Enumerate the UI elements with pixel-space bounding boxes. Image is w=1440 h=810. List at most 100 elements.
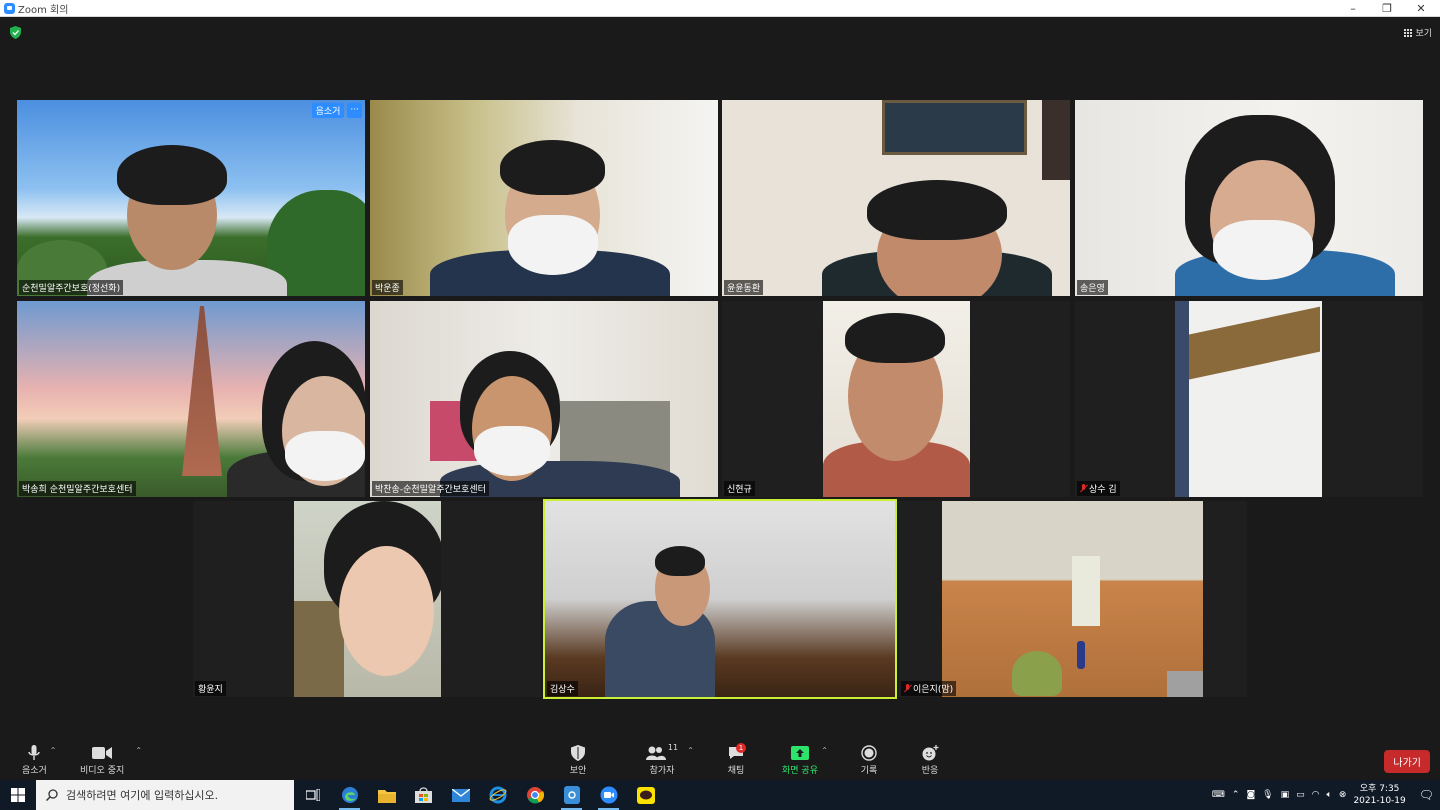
chrome-icon[interactable] bbox=[516, 780, 553, 810]
window-titlebar: Zoom 회의 – ❐ ✕ bbox=[0, 0, 1440, 17]
security-shield-icon[interactable] bbox=[10, 26, 21, 39]
edge-browser-icon[interactable] bbox=[331, 780, 368, 810]
chevron-up-icon[interactable]: ⌃ bbox=[821, 746, 828, 755]
grid-icon bbox=[1404, 28, 1413, 37]
internet-explorer-icon[interactable] bbox=[479, 780, 516, 810]
chevron-up-icon[interactable]: ⌃ bbox=[135, 746, 142, 755]
tile-menu: 음소거 ··· bbox=[311, 103, 362, 118]
clock-date: 2021-10-19 bbox=[1353, 796, 1406, 806]
microphone-icon[interactable]: 🎙︎ bbox=[1262, 790, 1273, 800]
task-view-icon[interactable] bbox=[294, 780, 331, 810]
taskbar-clock[interactable]: 오후 7:35 2021-10-19 bbox=[1353, 783, 1405, 807]
stop-video-button[interactable]: ⌃ 비디오 중지 bbox=[80, 743, 142, 776]
display-icon[interactable]: ▣ bbox=[1281, 790, 1290, 800]
chat-button[interactable]: 1 채팅 bbox=[724, 743, 748, 776]
battery-icon[interactable]: ▭ bbox=[1296, 790, 1305, 800]
participant-name: 황윤지 bbox=[195, 681, 226, 696]
meeting-toolbar: ⌃ 음소거 ⌃ 비디오 중지 보안 11 ⌃ 참가자 1 채팅 ⌃ 화면 공유 … bbox=[0, 740, 1440, 780]
participants-button[interactable]: 11 ⌃ 참가자 bbox=[642, 743, 694, 776]
camera-icon[interactable]: ◙ bbox=[1246, 790, 1255, 800]
chat-label: 채팅 bbox=[727, 766, 745, 776]
chevron-up-icon[interactable]: ⌃ bbox=[687, 746, 694, 755]
participant-name: 순천밀알주간보호(정선화) bbox=[19, 280, 124, 295]
mute-label: 음소거 bbox=[22, 766, 47, 776]
file-explorer-icon[interactable] bbox=[368, 780, 405, 810]
chat-bubble-icon: 1 bbox=[724, 743, 748, 763]
participant-name: 박송희 순천밀알주간보호센터 bbox=[19, 481, 136, 496]
start-button[interactable] bbox=[0, 780, 36, 810]
video-tile[interactable]: 윤윤동환 bbox=[722, 100, 1070, 296]
shield-icon bbox=[566, 743, 590, 763]
participant-name: 박운종 bbox=[372, 280, 403, 295]
video-tile[interactable]: 음소거 ··· 순천밀알주간보호(정선화) bbox=[17, 100, 365, 296]
taskbar-search-input[interactable]: 검색하려면 여기에 입력하십시오. bbox=[36, 780, 294, 810]
participant-name: 송은영 bbox=[1077, 280, 1108, 295]
video-tile[interactable]: 상수 김 bbox=[1075, 301, 1423, 497]
search-placeholder: 검색하려면 여기에 입력하십시오. bbox=[66, 789, 219, 802]
muted-mic-icon bbox=[904, 684, 911, 693]
restore-button[interactable]: ❐ bbox=[1370, 0, 1404, 17]
wifi-icon[interactable]: ◠ bbox=[1312, 790, 1320, 800]
record-button[interactable]: 기록 bbox=[857, 743, 881, 776]
windows-taskbar: 검색하려면 여기에 입력하십시오. ⌨ ⌃ ◙ 🎙︎ ▣ ▭ ◠ 🔈︎ ⊗ 오후… bbox=[0, 780, 1440, 810]
system-tray: ⌨ ⌃ ◙ 🎙︎ ▣ ▭ ◠ 🔈︎ ⊗ 오후 7:35 2021-10-19 🗨… bbox=[1212, 780, 1440, 810]
share-screen-icon: ⌃ bbox=[788, 743, 828, 763]
chevron-up-icon[interactable]: ⌃ bbox=[50, 746, 57, 755]
video-label: 비디오 중지 bbox=[80, 766, 125, 776]
app-icon[interactable] bbox=[553, 780, 590, 810]
view-button[interactable]: 보기 bbox=[1404, 26, 1432, 39]
participants-count: 11 bbox=[667, 743, 679, 752]
record-icon bbox=[857, 743, 881, 763]
mute-button[interactable]: ⌃ 음소거 bbox=[22, 743, 56, 776]
video-tile[interactable]: 신현규 bbox=[722, 301, 1070, 497]
notification-icon[interactable]: 🗨︎ bbox=[1419, 788, 1434, 802]
keyboard-icon[interactable]: ⌨ bbox=[1212, 790, 1225, 800]
reactions-button[interactable]: 반응 bbox=[918, 743, 942, 776]
view-label: 보기 bbox=[1415, 29, 1432, 39]
share-screen-button[interactable]: ⌃ 화면 공유 bbox=[782, 743, 828, 776]
window-title: Zoom 회의 bbox=[18, 4, 69, 16]
security-button[interactable]: 보안 bbox=[566, 743, 590, 776]
participant-name: 윤윤동환 bbox=[724, 280, 764, 295]
participants-label: 참가자 bbox=[649, 766, 675, 776]
zoom-app-icon bbox=[4, 2, 15, 14]
muted-mic-icon bbox=[1080, 484, 1087, 493]
video-tile[interactable]: 송은영 bbox=[1075, 100, 1423, 296]
participant-name: 김상수 bbox=[547, 681, 578, 696]
mail-icon[interactable] bbox=[442, 780, 479, 810]
video-tile-active-speaker[interactable]: 김상수 bbox=[543, 499, 897, 699]
video-tile[interactable]: 황윤지 bbox=[193, 501, 541, 697]
participant-name: 이은지(맘) bbox=[901, 681, 957, 696]
share-label: 화면 공유 bbox=[782, 766, 818, 776]
microphone-icon: ⌃ bbox=[22, 743, 56, 763]
participant-name: 박찬송-순천밀알주간보호센터 bbox=[372, 481, 489, 496]
tile-mute-button[interactable]: 음소거 bbox=[311, 103, 345, 118]
video-tile[interactable]: 박찬송-순천밀알주간보호센터 bbox=[370, 301, 718, 497]
clock-time: 오후 7:35 bbox=[1359, 784, 1400, 794]
leave-button[interactable]: 나가기 bbox=[1384, 750, 1430, 773]
video-tile[interactable]: 박송희 순천밀알주간보호센터 bbox=[17, 301, 365, 497]
volume-icon[interactable]: 🔈︎ bbox=[1327, 790, 1332, 800]
minimize-button[interactable]: – bbox=[1336, 0, 1370, 17]
microsoft-store-icon[interactable] bbox=[405, 780, 442, 810]
close-button[interactable]: ✕ bbox=[1404, 0, 1438, 17]
meeting-stage: 보기 음소거 ··· 순천밀알주간보호(정선화) 박운종 윤윤동환 송은영 박송… bbox=[0, 17, 1440, 740]
participant-name: 상수 김 bbox=[1077, 481, 1120, 496]
security-label: 보안 bbox=[569, 766, 587, 776]
video-camera-icon: ⌃ bbox=[90, 743, 142, 763]
chevron-up-icon[interactable]: ⌃ bbox=[1232, 790, 1240, 800]
reactions-label: 반응 bbox=[921, 766, 939, 776]
kakaotalk-icon[interactable] bbox=[627, 780, 664, 810]
windows-logo-icon bbox=[11, 788, 25, 802]
smiley-icon bbox=[918, 743, 942, 763]
zoom-taskbar-icon[interactable] bbox=[590, 780, 627, 810]
blocked-icon[interactable]: ⊗ bbox=[1339, 790, 1347, 800]
record-label: 기록 bbox=[860, 766, 878, 776]
tile-more-button[interactable]: ··· bbox=[347, 103, 362, 118]
video-tile[interactable]: 박운종 bbox=[370, 100, 718, 296]
video-tile[interactable]: 이은지(맘) bbox=[899, 501, 1247, 697]
chat-unread-badge: 1 bbox=[736, 743, 746, 753]
participants-icon: 11 ⌃ bbox=[642, 743, 694, 763]
participant-name: 신현규 bbox=[724, 481, 755, 496]
search-icon bbox=[46, 789, 58, 801]
